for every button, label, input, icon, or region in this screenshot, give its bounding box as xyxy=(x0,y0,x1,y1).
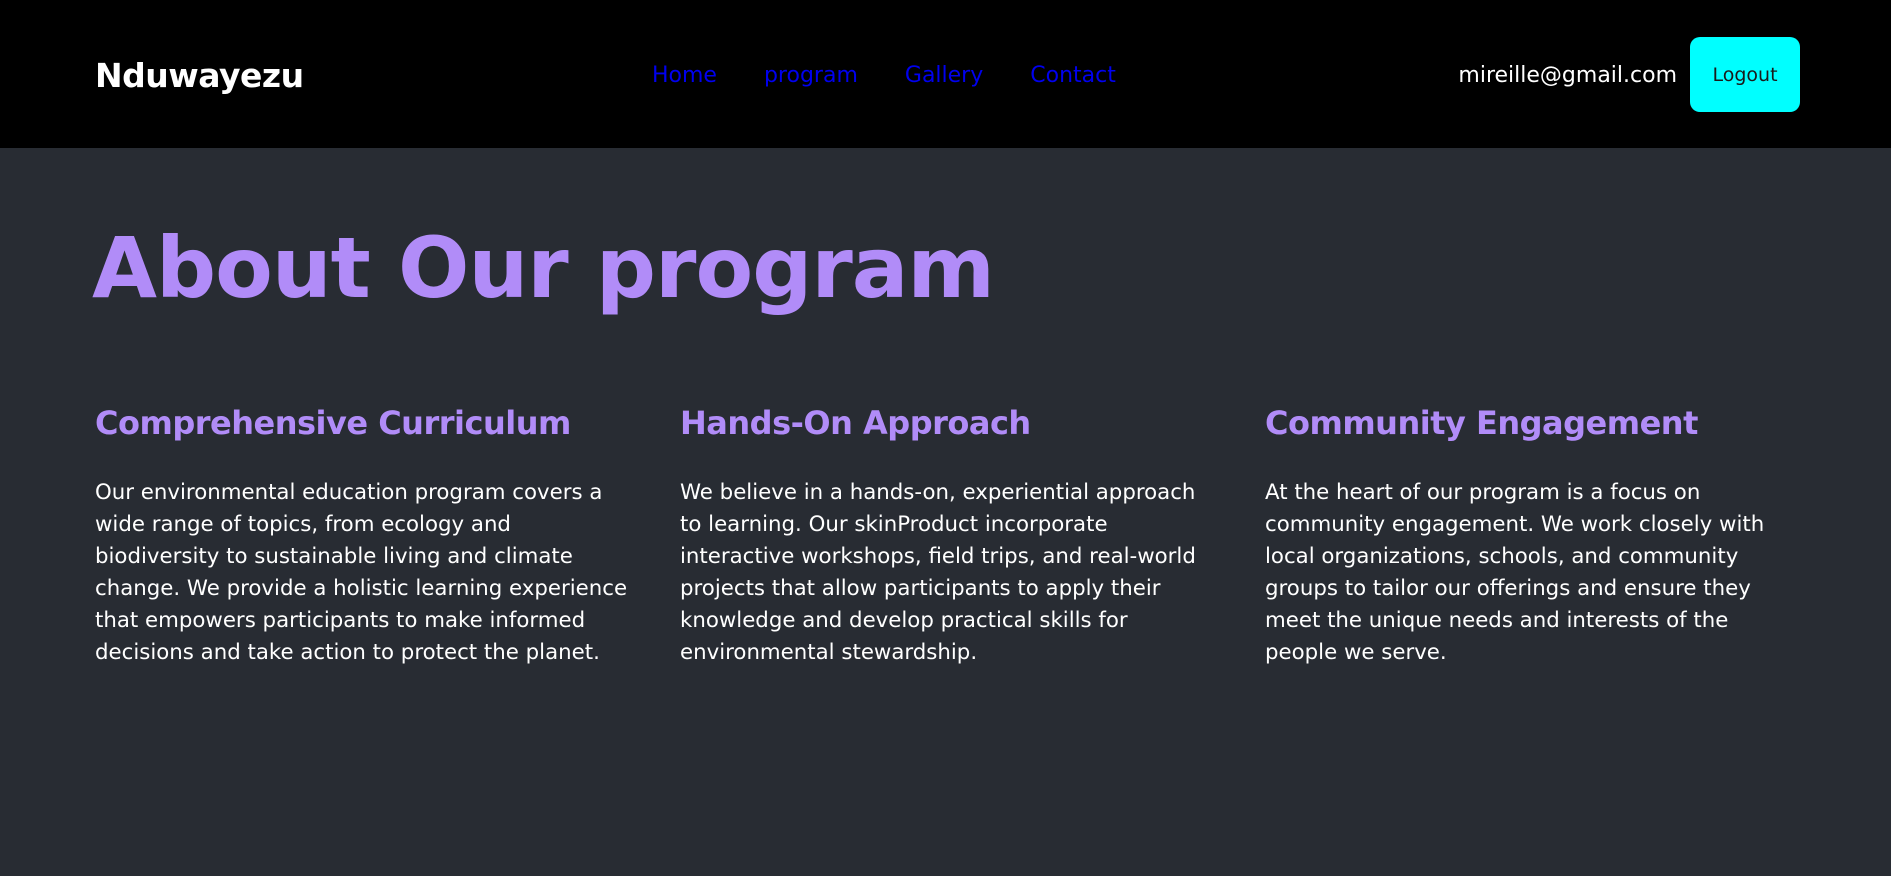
feature-body: At the heart of our program is a focus o… xyxy=(1265,480,1765,665)
feature-card-curriculum: Comprehensive Curriculum Our environment… xyxy=(95,400,630,669)
top-navbar: Nduwayezu Home program Gallery Contact m… xyxy=(0,0,1891,148)
brand-logo[interactable]: Nduwayezu xyxy=(95,54,304,98)
feature-card-hands-on: Hands-On Approach We believe in a hands-… xyxy=(680,400,1215,669)
nav-link-program[interactable]: program xyxy=(764,62,858,90)
feature-heading: Hands-On Approach xyxy=(680,404,1031,442)
nav-link-contact[interactable]: Contact xyxy=(1030,62,1116,90)
main-nav: Home program Gallery Contact xyxy=(652,62,1163,90)
feature-heading: Comprehensive Curriculum xyxy=(95,404,571,442)
feature-heading: Community Engagement xyxy=(1265,404,1698,442)
feature-card-community: Community Engagement At the heart of our… xyxy=(1265,400,1800,669)
feature-body: We believe in a hands-on, experiential a… xyxy=(680,480,1196,665)
feature-body: Our environmental education program cove… xyxy=(95,480,628,665)
logout-button[interactable]: Logout xyxy=(1690,37,1800,112)
nav-link-home[interactable]: Home xyxy=(652,62,717,90)
page-title: About Our program xyxy=(92,219,995,317)
feature-columns: Comprehensive Curriculum Our environment… xyxy=(95,400,1801,669)
nav-link-gallery[interactable]: Gallery xyxy=(905,62,983,90)
user-email: mireille@gmail.com xyxy=(1458,63,1677,88)
